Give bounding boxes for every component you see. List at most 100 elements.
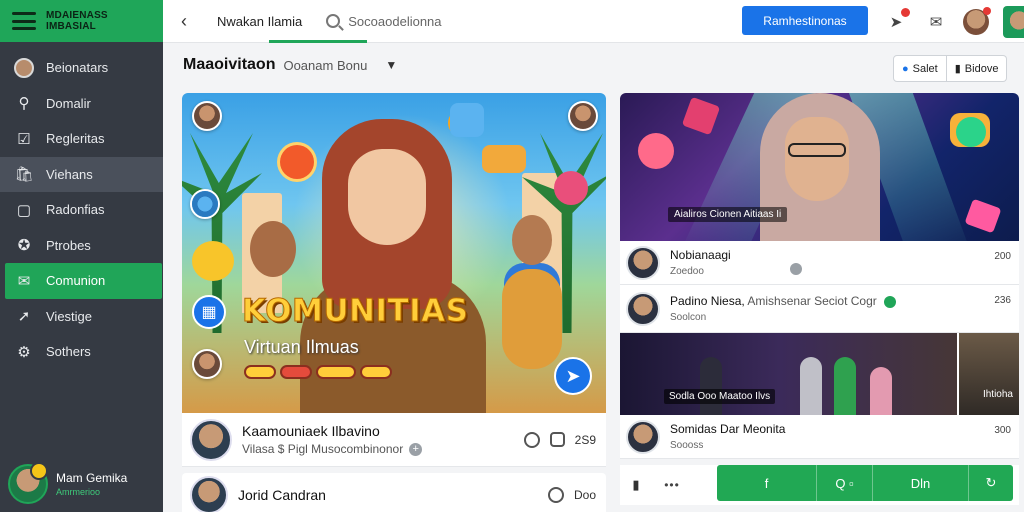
share-icon[interactable] <box>549 432 565 447</box>
avatar-bubble[interactable] <box>192 349 222 379</box>
sidebar-item-ptrobes[interactable]: ✪ Ptrobes <box>0 228 163 264</box>
refresh-icon[interactable]: ↻ <box>969 465 1013 501</box>
more-options[interactable]: ••• <box>652 478 692 492</box>
primary-action-button[interactable]: Ramhestinonas <box>742 6 868 35</box>
puzzle-icon: ✪ <box>17 237 31 255</box>
comment-icon[interactable] <box>523 431 540 448</box>
calendar-icon[interactable]: ▦ <box>192 295 226 329</box>
tab-current[interactable]: Nwakan Ilamia <box>211 0 368 43</box>
profile-thumbnail[interactable] <box>1003 6 1024 38</box>
sidebar-item-label: Beionatars <box>46 60 109 76</box>
community-card[interactable]: Kaamouniaek Ilbavino Vilasa $ Pigl Musoc… <box>182 413 606 467</box>
sidebar-item-label: Ptrobes <box>46 237 91 253</box>
floating-orb <box>964 198 1002 234</box>
search-input[interactable]: Socoaodelionna <box>326 14 546 29</box>
video-thumbnail[interactable]: Sodla Ooo Maatoo Ilvs Ihtioha <box>620 333 1019 415</box>
video-caption: Sodla Ooo Maatoo Ilvs <box>664 389 776 404</box>
avatar-bubble[interactable] <box>568 101 598 131</box>
community-name: Kaamouniaek Ilbavino <box>242 423 380 439</box>
avatar <box>626 419 660 454</box>
sidebar-item-domalir[interactable]: ⚲ Domalir <box>0 86 163 122</box>
notification-badge <box>901 8 910 17</box>
top-avatar[interactable] <box>963 7 991 35</box>
member-count: Doo <box>573 488 596 502</box>
sidebar-item-label: Viestige <box>46 308 93 324</box>
tag-chip[interactable] <box>360 365 392 379</box>
select-button[interactable]: ● Salet <box>893 55 947 82</box>
brand-bar: MDAIENASS IMBASIAL <box>0 0 163 42</box>
bus-icon <box>482 145 526 173</box>
search-icon: ⚲ <box>18 95 30 113</box>
sidebar-nav: Beionatars ⚲ Domalir ☑ Regleritas 🛍 Vieh… <box>0 50 163 370</box>
bookmark-icon[interactable]: ▮ <box>620 477 652 493</box>
join-button[interactable]: Dln <box>873 465 969 501</box>
sidebar: MDAIENASS IMBASIAL Beionatars ⚲ Domalir … <box>0 0 163 512</box>
comment-icon[interactable] <box>547 487 564 503</box>
sidebar-item-viestige[interactable]: ➚ Viestige <box>0 299 163 335</box>
hero-figure-boy <box>512 215 552 265</box>
sidebar-item-radonfias[interactable]: ▢ Radonfias <box>0 192 163 228</box>
search-button[interactable]: Q ▫ <box>817 465 873 501</box>
search-button-label: Q <box>835 475 846 491</box>
page-title: Maaoivitaon <box>183 56 276 73</box>
sidebar-item-sothers[interactable]: ⚙ Sothers <box>0 334 163 370</box>
bookmark-icon: ▮ <box>954 63 961 75</box>
pin-icon: ● <box>902 62 909 75</box>
avatar-bubble[interactable] <box>192 101 222 131</box>
floating-orb <box>638 133 674 169</box>
video-side-thumbnail[interactable] <box>957 333 1019 415</box>
feed-item-sub: Soooss <box>670 440 704 451</box>
sidebar-item-comunion[interactable]: ✉ Comunion <box>5 263 162 299</box>
robot-icon <box>450 103 484 137</box>
brand-logo-text: MDAIENASS IMBASIAL <box>46 10 108 32</box>
community-hero-image[interactable]: ▦ KOMUNITIAS Virtuan Ilmuas ➤ <box>182 93 606 413</box>
bidove-button[interactable]: ▮ Bidove <box>946 55 1008 82</box>
avatar <box>626 291 660 326</box>
message-icon[interactable]: ✉ <box>923 9 949 35</box>
avatar <box>190 476 228 512</box>
user-name: Mam Gemika <box>56 471 128 485</box>
sidebar-item-beionatars[interactable]: Beionatars <box>0 50 163 86</box>
member-card[interactable]: Jorid Candran Doo <box>182 473 606 512</box>
feed-item[interactable]: Somidas Dar Meonita Soooss 300 <box>620 415 1019 459</box>
plus-icon[interactable]: + <box>409 442 423 456</box>
featured-figure-face <box>785 117 849 201</box>
tag-chip[interactable] <box>244 365 276 379</box>
select-label: Salet <box>912 62 938 75</box>
menu-icon[interactable] <box>12 12 36 30</box>
tag-chip[interactable] <box>280 365 312 379</box>
tag-chip[interactable] <box>316 365 356 379</box>
hero-figure-boy <box>250 221 296 277</box>
follow-button[interactable]: f <box>717 465 817 501</box>
send-icon[interactable]: ➤ <box>554 357 592 395</box>
chat-icon: ✉ <box>17 272 31 290</box>
bag-icon: 🛍 <box>14 166 34 184</box>
feed-item[interactable]: Padino Niesa, Amishsenar Seciot Cogr Soo… <box>620 285 1019 333</box>
sidebar-item-regleritas[interactable]: ☑ Regleritas <box>0 121 163 157</box>
user-profile[interactable]: Mam Gemika Amrmerioo <box>8 462 128 504</box>
megaphone-icon[interactable]: ➤ <box>883 8 910 35</box>
floating-orb <box>681 96 721 136</box>
back-arrow-icon[interactable]: ‹ <box>181 11 211 32</box>
figure-shape <box>700 357 722 415</box>
verified-icon <box>884 295 897 308</box>
hero-tag-chips <box>244 365 392 379</box>
checkbox-icon: ☑ <box>17 130 31 148</box>
sidebar-item-viehans[interactable]: 🛍 Viehans <box>0 156 163 192</box>
user-avatar[interactable] <box>8 462 48 504</box>
chat-icon: ▫ <box>849 475 854 491</box>
feed-item-name: Somidas Dar Meonita <box>670 422 786 436</box>
feed-item-count: 200 <box>994 251 1011 262</box>
notification-badge <box>983 7 991 15</box>
chevron-down-icon[interactable]: ▼ <box>385 58 397 72</box>
avatar <box>190 418 232 461</box>
feed-item[interactable]: Nobianaagi Zoedoo 200 <box>620 241 1019 285</box>
sidebar-item-label: Domalir <box>46 95 91 111</box>
avatar-bubble[interactable] <box>190 189 220 219</box>
featured-video-image[interactable]: Aialiros Cionen Aitiaas Ii <box>620 93 1019 241</box>
bidove-label: Bidove <box>964 62 999 75</box>
main-feed-right: Aialiros Cionen Aitiaas Ii Nobianaagi Zo… <box>620 93 1019 512</box>
feed-item-name: Padino Niesa, <box>670 294 745 308</box>
figure-shape <box>834 357 856 415</box>
hero-title: KOMUNITIAS <box>241 293 469 330</box>
